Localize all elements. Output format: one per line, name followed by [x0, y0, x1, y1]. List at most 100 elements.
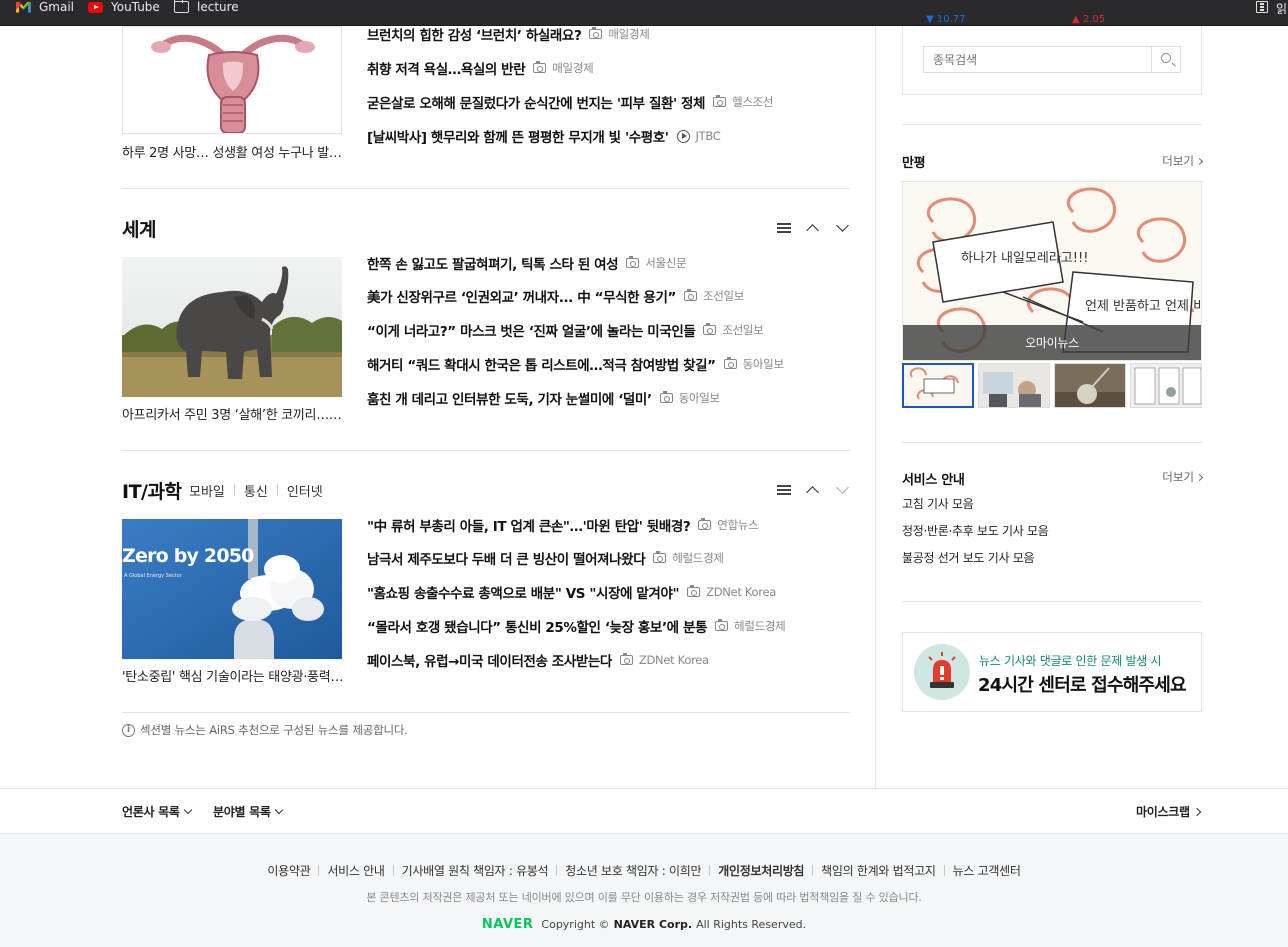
reading-list-label[interactable]: 읽	[1276, 0, 1287, 17]
headline-item[interactable]: 美가 신장위구르 ‘인권외교’ 꺼내자... 中 “무식한 용기” 조선일보	[367, 287, 744, 306]
copyright-corp[interactable]: NAVER Corp.	[614, 918, 692, 931]
category-list-dropdown[interactable]: 분야별 목록	[213, 803, 283, 820]
separator	[276, 485, 278, 496]
section-divider	[122, 450, 850, 451]
chevron-down-icon[interactable]	[835, 483, 851, 497]
service-link-rebuttals[interactable]: 정정·반론·추후 보도 기사 모음	[902, 522, 1049, 539]
subnav-internet[interactable]: 인터넷	[287, 481, 323, 500]
footer-links: 이용약관 서비스 안내 기사배열 원칙 책임자 : 유봉석 청소년 보호 책임자…	[0, 862, 1288, 879]
menu-icon[interactable]	[777, 223, 791, 233]
footer-link-terms[interactable]: 이용약관	[267, 862, 310, 879]
headline-item[interactable]: "中 류허 부총리 아들, IT 업계 큰손"…'마윈 탄압' 뒷배경? 연합뉴…	[367, 516, 759, 535]
separator	[943, 865, 945, 876]
copyright-rights: All Rights Reserved.	[696, 918, 807, 931]
cartoon-more-link[interactable]: 더보기	[1162, 153, 1204, 169]
bookmark-youtube[interactable]: YouTube	[88, 0, 160, 14]
right-divider	[902, 442, 1202, 443]
footer-link-service[interactable]: 서비스 안내	[327, 862, 385, 879]
cartoon-thumb-3[interactable]	[1054, 363, 1126, 408]
headline-item[interactable]: "홈쇼핑 송출수수료 총액으로 배분" VS "시장에 맡겨야" ZDNet K…	[367, 583, 776, 602]
stock-change-up: ▲ 2.05	[1072, 14, 1106, 25]
headline-item[interactable]: 남극서 제주도보다 두배 더 큰 빙산이 떨어져나왔다 헤럴드경제	[367, 549, 724, 568]
headline-item[interactable]: “이게 너라고?” 마스크 벗은 ‘진짜 얼굴’에 놀라는 미국인들 조선일보	[367, 321, 764, 340]
footer-nav-bar	[0, 788, 1288, 834]
health-caption[interactable]: 하루 2명 사망… 성생활 여성 누구나 발생...	[122, 142, 344, 161]
chevron-down-icon	[183, 805, 192, 814]
cartoon-image[interactable]: 하나가 내일모레라고!!! 언제 반품하고 언제 비나나? 오마이뉴스	[902, 181, 1202, 361]
subnav-mobile[interactable]: 모바일	[189, 481, 225, 500]
reading-list-icon[interactable]	[1256, 1, 1268, 13]
youtube-icon	[88, 1, 103, 13]
chevron-up-icon[interactable]	[805, 221, 821, 235]
health-thumbnail[interactable]	[122, 26, 342, 134]
service-more-link[interactable]: 더보기	[1162, 469, 1204, 485]
headline-item[interactable]: 페이스북, 유럽→미국 데이터전송 조사받는다 ZDNet Korea	[367, 651, 709, 670]
headline-item[interactable]: 취향 저격 욕실…욕실의 반란 매일경제	[367, 59, 594, 78]
footer-link-privacy[interactable]: 개인정보처리방침	[718, 862, 804, 879]
cartoon-section-title: 만평	[902, 156, 926, 171]
folder-icon	[173, 0, 189, 13]
section-title-world[interactable]: 세계	[122, 215, 156, 242]
it-caption[interactable]: '탄소중립' 핵심 기술이라는 태양광·풍력, ...	[122, 666, 344, 685]
search-icon[interactable]	[1151, 46, 1181, 73]
camera-icon	[619, 653, 633, 665]
footer-link-youth[interactable]: 청소년 보호 책임자 : 이희만	[565, 862, 701, 879]
footer-link-legal[interactable]: 책임의 한계와 법적고지	[821, 862, 936, 879]
camera-icon	[626, 256, 640, 268]
elephant-photo	[122, 257, 342, 397]
chevron-right-icon	[1192, 807, 1201, 816]
cartoon-thumb-2[interactable]	[978, 363, 1050, 408]
menu-icon[interactable]	[777, 485, 791, 495]
world-caption[interactable]: 아프리카서 주민 3명 ‘살해’한 코끼리…사...	[122, 404, 344, 423]
footer-link-support[interactable]: 뉴스 고객센터	[953, 862, 1021, 879]
press-list-dropdown[interactable]: 언론사 목록	[122, 803, 192, 820]
headline-item[interactable]: 브런치의 힙한 감성 ‘브런치’ 하실래요? 매일경제	[367, 25, 650, 44]
stock-change-down: ▼ 10.77	[926, 14, 966, 25]
myscrap-link[interactable]: 마이스크랩	[1136, 803, 1201, 820]
headline-item[interactable]: 해거티 “쿼드 확대시 한국은 톱 리스트에…적극 참여방법 찾길” 동아일보	[367, 355, 784, 374]
separator	[318, 865, 320, 876]
copyright-notice: 본 콘텐츠의 저작권은 제공처 또는 네이버에 있으며 이를 무단 이용하는 경…	[366, 891, 922, 904]
camera-icon	[687, 585, 701, 597]
headline-item[interactable]: “몰라서 호갱 됐습니다” 통신비 25%할인 ‘늦장 홍보’에 분통 헤럴드경…	[367, 617, 786, 636]
bookmark-folder-lecture[interactable]: lecture	[173, 0, 239, 14]
banner-line-1: 뉴스 기사와 댓글로 인한 문제 발생 시	[979, 654, 1162, 668]
headline-item[interactable]: 한쪽 손 잃고도 팔굽혀펴기, 틱톡 스타 된 여성 서울신문	[367, 254, 687, 273]
naver-logo[interactable]: NAVER	[482, 917, 534, 932]
it-subnav: 모바일 통신 인터넷	[189, 481, 323, 500]
chevron-right-icon	[1195, 473, 1204, 481]
camera-icon	[713, 95, 727, 107]
it-thumbnail[interactable]	[122, 519, 342, 659]
world-thumbnail[interactable]	[122, 257, 342, 397]
service-link-corrections[interactable]: 고침 기사 모음	[902, 495, 974, 512]
stock-search-input[interactable]	[923, 46, 1152, 73]
chevron-right-icon	[1195, 157, 1204, 165]
section-divider	[122, 712, 850, 713]
it-image-headline: Zero by 2050	[122, 545, 254, 567]
service-link-election[interactable]: 불공정 선거 보도 기사 모음	[902, 549, 1035, 566]
siren-icon	[914, 644, 970, 700]
camera-icon	[653, 551, 667, 563]
right-divider	[902, 601, 1202, 602]
separator	[556, 865, 558, 876]
section-title-it[interactable]: IT/과학	[122, 477, 182, 504]
headline-item[interactable]: [날씨박사] 햇무리와 함께 뜬 평평한 무지개 빛 '수평호' JTBC	[367, 127, 721, 146]
bookmark-gmail[interactable]: Gmail	[16, 0, 74, 14]
footer-link-arrangement[interactable]: 기사배열 원칙 책임자 : 유봉석	[402, 862, 549, 879]
headline-item[interactable]: 굳은살로 오해해 문질렀다가 순식간에 번지는 '피부 질환' 정체 헬스조선	[367, 93, 774, 112]
report-center-banner[interactable]: 뉴스 기사와 댓글로 인한 문제 발생 시 24시간 센터로 접수해주세요	[902, 632, 1202, 712]
zero-2050-image	[122, 519, 342, 659]
camera-icon	[715, 619, 729, 631]
separator	[233, 485, 235, 496]
section-divider	[122, 188, 850, 189]
it-image-subtext: A Global Energy Sector	[124, 573, 182, 579]
cartoon-thumb-1[interactable]	[902, 363, 974, 408]
headline-item[interactable]: 훔친 개 데리고 인터뷰한 도둑, 기자 눈썰미에 ‘덜미’ 동아일보	[367, 389, 720, 408]
cartoon-source[interactable]: 오마이뉴스	[903, 325, 1201, 360]
chevron-up-icon[interactable]	[805, 483, 821, 497]
subnav-telecom[interactable]: 통신	[244, 481, 268, 500]
cartoon-thumb-4[interactable]	[1130, 363, 1202, 408]
camera-icon	[589, 27, 603, 39]
play-video-icon	[676, 129, 690, 143]
chevron-down-icon[interactable]	[835, 221, 851, 235]
